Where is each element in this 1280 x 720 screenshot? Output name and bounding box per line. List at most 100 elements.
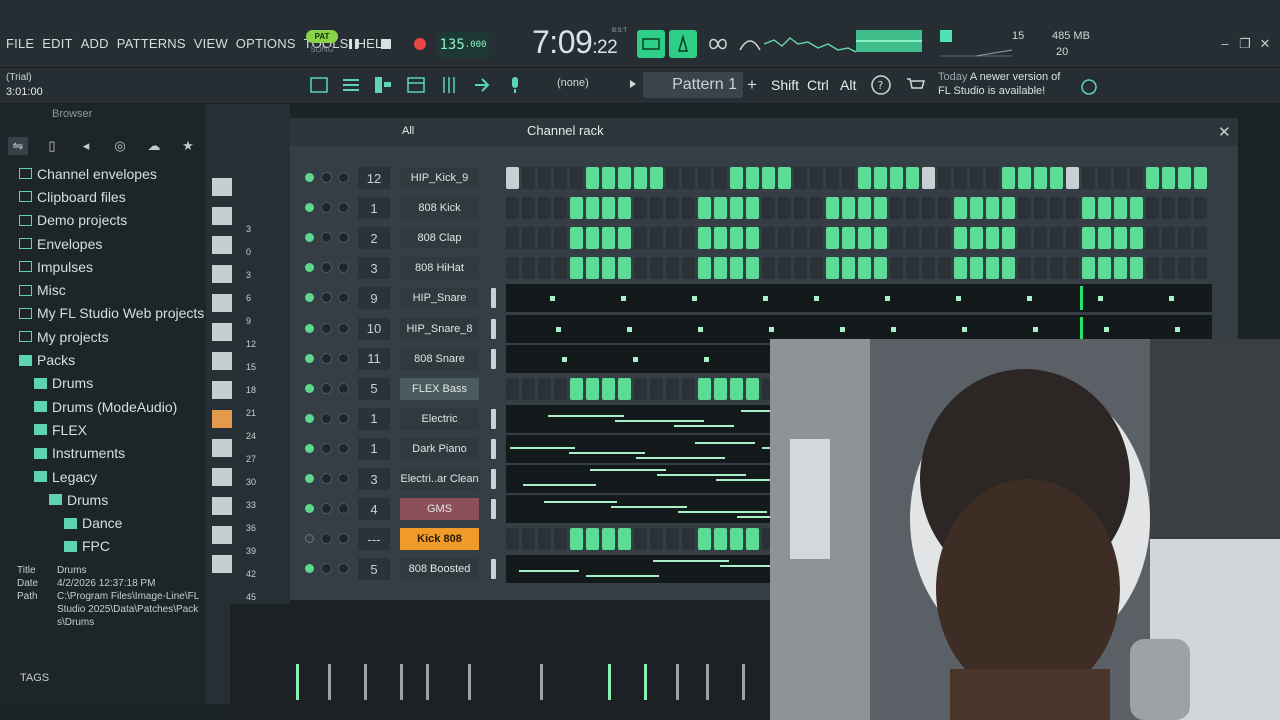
step-button[interactable] bbox=[1050, 257, 1063, 280]
step-button[interactable] bbox=[506, 528, 519, 551]
step-button[interactable] bbox=[1130, 167, 1143, 189]
step-button[interactable] bbox=[1146, 167, 1159, 189]
step-button[interactable] bbox=[1098, 227, 1111, 250]
mixer-slot[interactable] bbox=[212, 381, 232, 399]
step-button[interactable] bbox=[794, 167, 807, 189]
step-button[interactable] bbox=[826, 167, 839, 189]
browser-item[interactable]: Channel envelopes bbox=[0, 162, 206, 185]
step-button[interactable] bbox=[554, 227, 567, 250]
step-button[interactable] bbox=[954, 257, 967, 280]
step-button[interactable] bbox=[970, 197, 983, 220]
step-button[interactable] bbox=[730, 227, 743, 250]
update-button[interactable] bbox=[1080, 74, 1102, 96]
step-button[interactable] bbox=[954, 227, 967, 250]
channel-volume-knob[interactable] bbox=[338, 292, 349, 304]
browser-button[interactable] bbox=[405, 74, 427, 96]
step-button[interactable] bbox=[1066, 197, 1079, 220]
channel-name-button[interactable]: HIP_Snare_8 bbox=[400, 317, 479, 340]
step-button[interactable] bbox=[666, 167, 679, 189]
mixer-slot[interactable] bbox=[212, 294, 232, 312]
metronome-button[interactable] bbox=[669, 30, 697, 58]
step-button[interactable] bbox=[1146, 227, 1159, 250]
channel-mute-led[interactable] bbox=[305, 233, 314, 243]
step-button[interactable] bbox=[1082, 257, 1095, 280]
step-button[interactable] bbox=[986, 197, 999, 220]
channel-mute-led[interactable] bbox=[305, 203, 314, 213]
step-button[interactable] bbox=[538, 167, 551, 189]
step-button[interactable] bbox=[1066, 167, 1079, 189]
step-button[interactable] bbox=[554, 377, 567, 400]
step-button[interactable] bbox=[1082, 227, 1095, 250]
step-button[interactable] bbox=[746, 377, 759, 400]
tempo-display[interactable]: 135.000 bbox=[437, 32, 489, 58]
step-button[interactable] bbox=[506, 167, 519, 189]
channel-pan-knob[interactable] bbox=[321, 262, 332, 274]
step-button[interactable] bbox=[1114, 197, 1127, 220]
step-button[interactable] bbox=[922, 257, 935, 280]
channel-name-button[interactable]: 808 Kick bbox=[400, 197, 479, 220]
piano-roll-preview[interactable] bbox=[506, 284, 1212, 313]
step-button[interactable] bbox=[1194, 197, 1207, 220]
step-button[interactable] bbox=[842, 197, 855, 220]
step-button[interactable] bbox=[1098, 167, 1111, 189]
step-button[interactable] bbox=[714, 227, 727, 250]
step-button[interactable] bbox=[602, 528, 615, 551]
step-button[interactable] bbox=[954, 167, 967, 189]
step-button[interactable] bbox=[698, 257, 711, 280]
step-button[interactable] bbox=[666, 227, 679, 250]
step-button[interactable] bbox=[682, 197, 695, 220]
channel-volume-knob[interactable] bbox=[338, 412, 349, 424]
step-button[interactable] bbox=[746, 227, 759, 250]
browser-item[interactable]: Instruments bbox=[0, 442, 206, 465]
pause-button[interactable] bbox=[342, 32, 366, 56]
step-button[interactable] bbox=[986, 167, 999, 189]
channel-mute-led[interactable] bbox=[305, 474, 314, 483]
step-button[interactable] bbox=[778, 257, 791, 280]
step-button[interactable] bbox=[682, 528, 695, 551]
step-button[interactable] bbox=[698, 227, 711, 250]
mixer-slot[interactable] bbox=[212, 265, 232, 283]
step-button[interactable] bbox=[602, 167, 615, 189]
step-button[interactable] bbox=[858, 227, 871, 250]
channel-mixer-track[interactable]: 11 bbox=[358, 347, 390, 370]
step-button[interactable] bbox=[1114, 227, 1127, 250]
step-button[interactable] bbox=[922, 197, 935, 220]
mixer-slot[interactable] bbox=[212, 410, 232, 428]
step-button[interactable] bbox=[874, 197, 887, 220]
step-button[interactable] bbox=[938, 257, 951, 280]
step-button[interactable] bbox=[1002, 257, 1015, 280]
step-button[interactable] bbox=[1018, 227, 1031, 250]
step-button[interactable] bbox=[506, 197, 519, 220]
step-button[interactable] bbox=[602, 197, 615, 220]
step-button[interactable] bbox=[1034, 257, 1047, 280]
step-button[interactable] bbox=[874, 227, 887, 250]
step-button[interactable] bbox=[1162, 197, 1175, 220]
step-button[interactable] bbox=[570, 528, 583, 551]
channel-name-button[interactable]: GMS bbox=[400, 498, 479, 521]
step-button[interactable] bbox=[506, 257, 519, 280]
step-button[interactable] bbox=[810, 197, 823, 220]
menu-add[interactable]: ADD bbox=[81, 36, 109, 51]
step-button[interactable] bbox=[682, 167, 695, 189]
step-button[interactable] bbox=[1114, 257, 1127, 280]
step-button[interactable] bbox=[666, 377, 679, 400]
channel-mixer-track[interactable]: 1 bbox=[358, 407, 390, 430]
step-button[interactable] bbox=[538, 528, 551, 551]
step-button[interactable] bbox=[522, 377, 535, 400]
step-button[interactable] bbox=[746, 528, 759, 551]
step-button[interactable] bbox=[1002, 227, 1015, 250]
pattern-arrow-icon[interactable] bbox=[626, 77, 640, 91]
step-button[interactable] bbox=[698, 528, 711, 551]
channel-pan-knob[interactable] bbox=[321, 202, 332, 214]
step-button[interactable] bbox=[778, 227, 791, 250]
step-button[interactable] bbox=[522, 227, 535, 250]
channel-mute-led[interactable] bbox=[305, 383, 314, 393]
mixer-button[interactable] bbox=[438, 74, 460, 96]
step-button[interactable] bbox=[794, 197, 807, 220]
step-button[interactable] bbox=[842, 227, 855, 250]
channel-mixer-track[interactable]: 1 bbox=[358, 197, 390, 220]
pattern-selector[interactable]: Pattern 1 bbox=[643, 72, 743, 98]
step-button[interactable] bbox=[1034, 197, 1047, 220]
browser-item[interactable]: FPC bbox=[0, 535, 206, 558]
step-button[interactable] bbox=[1034, 227, 1047, 250]
